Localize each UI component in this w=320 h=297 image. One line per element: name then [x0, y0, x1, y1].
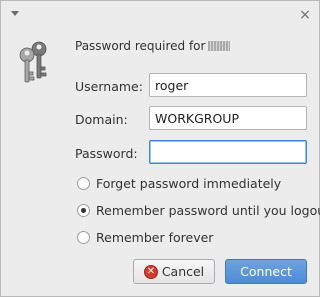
username-field[interactable] — [149, 73, 307, 97]
radio-label: Remember forever — [96, 229, 214, 245]
radio-selected-dot — [81, 207, 86, 213]
password-dialog: × Password required for Username: Domain… — [0, 0, 320, 297]
username-label: Username: — [75, 79, 143, 94]
keys-icon — [19, 41, 47, 83]
redacted-host — [208, 41, 231, 51]
close-icon: × — [299, 7, 311, 23]
radio-label: Forget password immediately — [96, 175, 282, 191]
password-label: Password: — [75, 146, 138, 161]
domain-field[interactable] — [149, 106, 307, 130]
header-label: Password required for — [75, 39, 206, 53]
cancel-label: Cancel — [161, 264, 205, 279]
connect-button[interactable]: Connect — [225, 259, 307, 284]
cancel-button[interactable]: ✕ Cancel — [133, 259, 215, 284]
domain-label: Domain: — [75, 112, 128, 127]
close-button[interactable]: × — [297, 7, 313, 23]
password-field[interactable] — [149, 140, 307, 164]
radio-remember-until-logout[interactable]: Remember password until you logout — [77, 202, 320, 218]
radio-button[interactable] — [77, 230, 90, 244]
radio-remember-forever[interactable]: Remember forever — [77, 229, 213, 245]
cancel-icon: ✕ — [143, 264, 158, 279]
title-bar: × — [1, 1, 319, 27]
radio-label: Remember password until you logout — [96, 202, 320, 218]
connect-label: Connect — [240, 264, 292, 279]
header-message: Password required for — [75, 39, 231, 53]
menu-arrow-icon[interactable] — [11, 11, 19, 16]
radio-button[interactable] — [77, 176, 90, 190]
radio-forget-immediately[interactable]: Forget password immediately — [77, 175, 281, 191]
radio-button[interactable] — [77, 203, 90, 217]
